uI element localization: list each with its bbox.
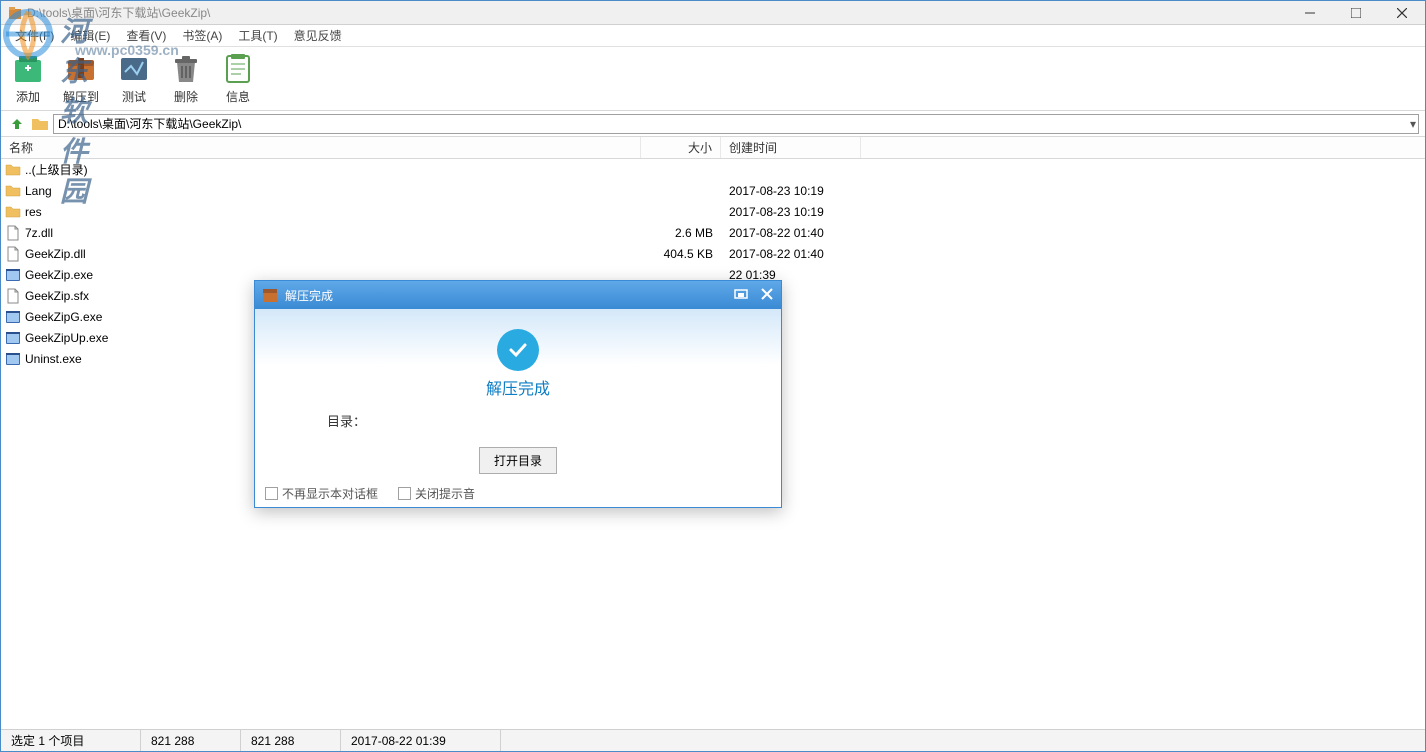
checkbox-box-icon <box>265 487 278 500</box>
info-icon <box>221 52 255 86</box>
extract-label: 解压到 <box>63 88 99 105</box>
maximize-button[interactable] <box>1333 1 1379 25</box>
path-text: D:\tools\桌面\河东下载站\GeekZip\ <box>58 115 241 132</box>
menu-edit[interactable]: 编辑(E) <box>62 25 118 46</box>
file-type-icon <box>5 309 21 325</box>
dialog-close-button[interactable] <box>757 285 777 303</box>
addressbar: D:\tools\桌面\河东下载站\GeekZip\ ▾ <box>1 111 1425 137</box>
file-type-icon <box>5 351 21 367</box>
test-icon <box>117 52 151 86</box>
open-directory-button[interactable]: 打开目录 <box>479 447 557 474</box>
test-button[interactable]: 测试 <box>117 52 151 105</box>
file-type-icon <box>5 330 21 346</box>
menu-feedback[interactable]: 意见反馈 <box>286 25 350 46</box>
file-type-icon <box>5 288 21 304</box>
menu-tools[interactable]: 工具(T) <box>230 25 285 46</box>
file-date: 2017-08-23 10:19 <box>721 184 861 198</box>
add-icon <box>11 52 45 86</box>
file-row[interactable]: res 2017-08-23 10:19 <box>1 201 1425 222</box>
info-label: 信息 <box>226 88 250 105</box>
column-size[interactable]: 大小 <box>641 137 721 158</box>
file-type-icon <box>5 225 21 241</box>
extract-button[interactable]: 解压到 <box>63 52 99 105</box>
add-label: 添加 <box>16 88 40 105</box>
status-date: 2017-08-22 01:39 <box>341 730 501 751</box>
path-input[interactable]: D:\tools\桌面\河东下载站\GeekZip\ ▾ <box>53 114 1419 134</box>
close-button[interactable] <box>1379 1 1425 25</box>
file-size: 2.6 MB <box>641 226 721 240</box>
file-type-icon <box>5 267 21 283</box>
extract-complete-dialog: 解压完成 解压完成 目录： 打开目录 不再显示本对话框 关闭提示音 <box>254 280 782 508</box>
success-check-icon <box>497 329 539 371</box>
status-size1: 821 288 <box>141 730 241 751</box>
checkbox-box-icon <box>398 487 411 500</box>
file-type-icon <box>5 183 21 199</box>
delete-label: 删除 <box>174 88 198 105</box>
dialog-message: 解压完成 <box>255 375 781 399</box>
column-created[interactable]: 创建时间 <box>721 137 861 158</box>
file-type-icon <box>5 204 21 220</box>
menu-file[interactable]: 文件(F) <box>7 25 62 46</box>
file-date: 2017-08-23 10:19 <box>721 205 861 219</box>
path-dropdown-button[interactable]: ▾ <box>1410 117 1416 131</box>
up-directory-button[interactable] <box>7 114 27 134</box>
close-icon <box>1397 8 1407 18</box>
status-size2: 821 288 <box>241 730 341 751</box>
checkbox-nosound-label: 关闭提示音 <box>415 485 475 502</box>
delete-button[interactable]: 删除 <box>169 52 203 105</box>
dialog-title: 解压完成 <box>285 287 333 304</box>
info-button[interactable]: 信息 <box>221 52 255 105</box>
maximize-icon <box>1351 8 1361 18</box>
file-name: 7z.dll <box>25 226 641 240</box>
delete-icon <box>169 52 203 86</box>
file-name: Lang <box>25 184 641 198</box>
statusbar: 选定 1 个项目 821 288 821 288 2017-08-22 01:3… <box>1 729 1425 751</box>
minimize-button[interactable] <box>1287 1 1333 25</box>
checkbox-nosound[interactable]: 关闭提示音 <box>398 485 475 502</box>
up-arrow-icon <box>9 116 25 132</box>
dialog-app-icon <box>261 286 279 304</box>
checkbox-noshow[interactable]: 不再显示本对话框 <box>265 485 378 502</box>
file-name: ..(上级目录) <box>25 161 641 178</box>
file-row[interactable]: 7z.dll2.6 MB2017-08-22 01:40 <box>1 222 1425 243</box>
toolbar: 添加 解压到 测试 删除 信息 <box>1 47 1425 111</box>
menu-bookmarks[interactable]: 书签(A) <box>174 25 230 46</box>
checkbox-noshow-label: 不再显示本对话框 <box>282 485 378 502</box>
column-name[interactable]: 名称 <box>1 137 641 158</box>
file-row[interactable]: GeekZip.dll404.5 KB2017-08-22 01:40 <box>1 243 1425 264</box>
dialog-restore-button[interactable] <box>731 285 751 303</box>
dialog-footer: 不再显示本对话框 关闭提示音 <box>255 479 781 507</box>
file-row[interactable]: ..(上级目录) <box>1 159 1425 180</box>
dialog-close-icon <box>761 288 773 300</box>
file-name: GeekZip.dll <box>25 247 641 261</box>
app-icon <box>7 5 23 21</box>
folder-icon <box>31 116 49 132</box>
file-name: res <box>25 205 641 219</box>
file-date: 2017-08-22 01:40 <box>721 226 861 240</box>
menu-view[interactable]: 查看(V) <box>118 25 174 46</box>
minimize-icon <box>1305 8 1315 18</box>
file-row[interactable]: Lang 2017-08-23 10:19 <box>1 180 1425 201</box>
file-date: 2017-08-22 01:40 <box>721 247 861 261</box>
dialog-dir-label: 目录： <box>327 411 366 430</box>
dialog-titlebar[interactable]: 解压完成 <box>255 281 781 309</box>
titlebar-path: D:\tools\桌面\河东下载站\GeekZip\ <box>27 4 210 21</box>
dialog-body: 解压完成 目录： 打开目录 不再显示本对话框 关闭提示音 <box>255 309 781 507</box>
add-button[interactable]: 添加 <box>11 52 45 105</box>
file-size: 404.5 KB <box>641 247 721 261</box>
file-type-icon <box>5 162 21 178</box>
column-headers: 名称 大小 创建时间 <box>1 137 1425 159</box>
extract-icon <box>64 52 98 86</box>
titlebar: D:\tools\桌面\河东下载站\GeekZip\ <box>1 1 1425 25</box>
file-type-icon <box>5 246 21 262</box>
test-label: 测试 <box>122 88 146 105</box>
status-selection: 选定 1 个项目 <box>1 730 141 751</box>
menubar: 文件(F) 编辑(E) 查看(V) 书签(A) 工具(T) 意见反馈 <box>1 25 1425 47</box>
restore-icon <box>734 288 748 300</box>
